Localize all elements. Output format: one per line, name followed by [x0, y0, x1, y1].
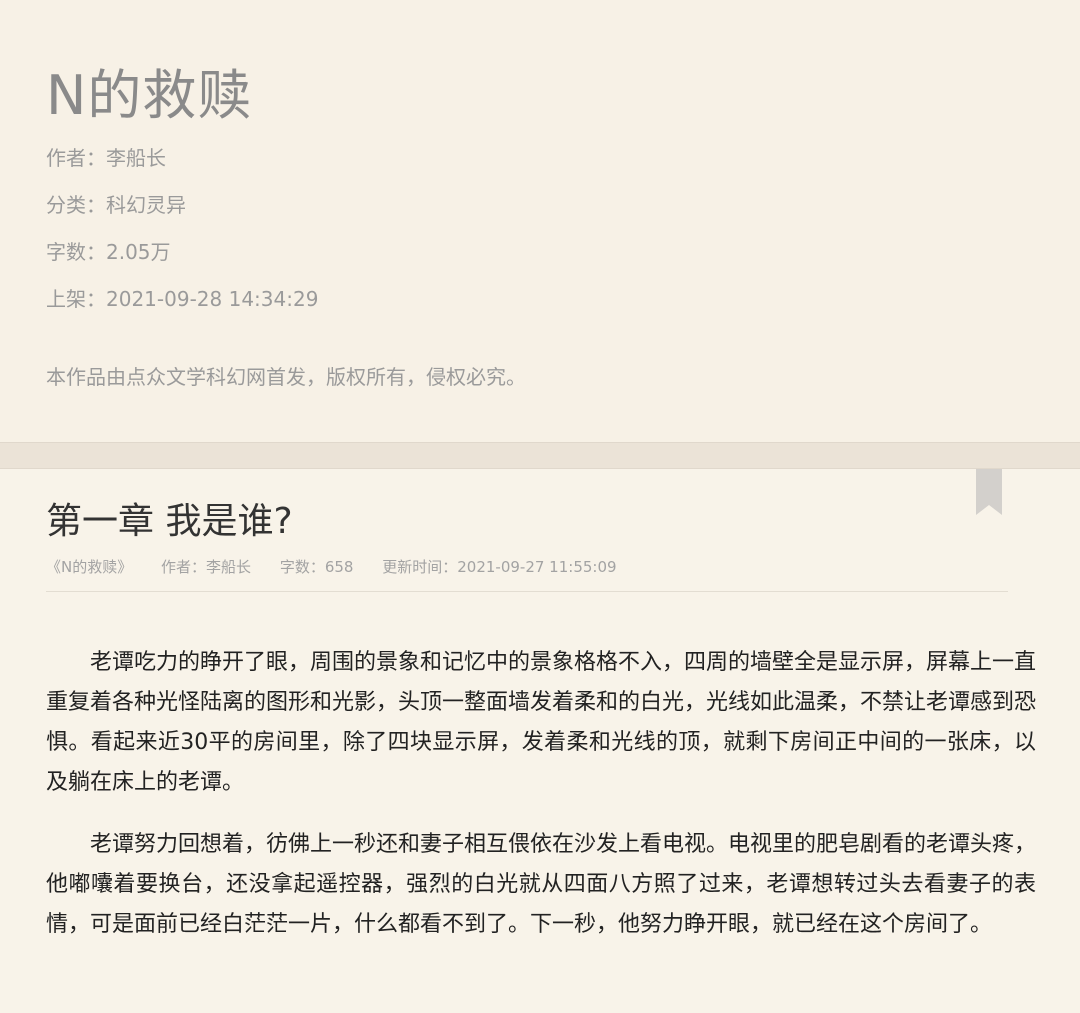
- paragraph: 老谭吃力的睁开了眼，周围的景象和记忆中的景象格格不入，四周的墙壁全是显示屏，屏幕…: [46, 650, 1037, 795]
- chapter-book-link[interactable]: 《N的救赎》: [46, 558, 132, 576]
- chapter-title: 第一章 我是谁?: [46, 501, 293, 542]
- bookmark-icon[interactable]: [976, 469, 1002, 515]
- book-word-count-row: 字数：2.05万: [46, 237, 171, 267]
- category-value[interactable]: 科幻灵异: [106, 193, 186, 217]
- chapter-content: 老谭吃力的睁开了眼，周围的景象和记忆中的景象格格不入，四周的墙壁全是显示屏，屏幕…: [46, 643, 1036, 967]
- chapter-updated-time: 更新时间：2021-09-27 11:55:09: [382, 558, 617, 576]
- book-category-row: 分类：科幻灵异: [46, 190, 186, 220]
- book-release-row: 上架：2021-09-28 14:34:29: [46, 284, 318, 314]
- paragraph: 老谭努力回想着，彷佛上一秒还和妻子相互偎依在沙发上看电视。电视里的肥皂剧看的老谭…: [46, 832, 1037, 937]
- chapter-divider-line: [46, 591, 1008, 592]
- chapter-panel: 第一章 我是谁? 《N的救赎》 作者：李船长 字数：658 更新时间：2021-…: [0, 469, 1080, 1013]
- chapter-word-count: 字数：658: [279, 558, 354, 576]
- release-label: 上架：: [46, 287, 106, 311]
- word-count-label: 字数：: [46, 240, 106, 264]
- section-divider: [0, 442, 1080, 469]
- book-author-row: 作者：李船长: [46, 143, 166, 173]
- release-time: 2021-09-28 14:34:29: [106, 287, 319, 311]
- author-label: 作者：: [46, 146, 106, 170]
- category-label: 分类：: [46, 193, 106, 217]
- book-info-panel: N的救赎 作者：李船长 分类：科幻灵异 字数：2.05万 上架：2021-09-…: [0, 0, 1080, 442]
- word-count-value: 2.05万: [106, 240, 171, 264]
- chapter-author: 作者：李船长: [161, 558, 252, 576]
- chapter-meta: 《N的救赎》 作者：李船长 字数：658 更新时间：2021-09-27 11:…: [46, 555, 641, 579]
- book-title: N的救赎: [46, 64, 253, 127]
- author-name[interactable]: 李船长: [106, 146, 166, 170]
- copyright-notice: 本作品由点众文学科幻网首发，版权所有，侵权必究。: [46, 365, 526, 389]
